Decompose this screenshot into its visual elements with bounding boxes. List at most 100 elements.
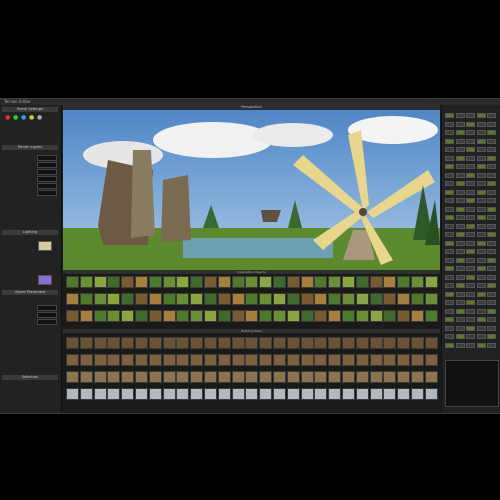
vegetation-item[interactable] [93,276,107,288]
palette-button[interactable] [466,308,475,314]
vegetation-item[interactable] [190,310,204,322]
vegetation-item[interactable] [204,310,217,322]
building-tile-item[interactable] [397,337,411,349]
palette-button[interactable] [476,206,486,212]
vegetation-item[interactable] [162,293,176,305]
building-tile-item[interactable] [121,337,135,349]
building-tile-item[interactable] [176,388,190,400]
building-tile-item[interactable] [93,337,107,349]
palette-button[interactable] [476,334,486,339]
palette-button[interactable] [466,342,475,348]
building-tile-item[interactable] [355,354,369,366]
vegetation-item[interactable] [369,310,383,322]
palette-button[interactable] [476,138,486,144]
building-tile-item[interactable] [245,337,259,349]
building-tile-item[interactable] [66,371,79,383]
vegetation-item[interactable] [93,310,107,322]
building-tile-item[interactable] [314,354,328,366]
section-header-brush[interactable]: Brush Settings [2,107,58,112]
vegetation-item[interactable] [93,293,107,305]
palette-button[interactable] [445,147,454,152]
palette-button[interactable] [487,189,496,195]
building-tile-item[interactable] [424,388,438,400]
building-tile-item[interactable] [328,337,342,349]
vegetation-item[interactable] [245,293,259,305]
palette-button[interactable] [487,232,496,237]
vegetation-item[interactable] [411,293,424,305]
palette-button[interactable] [455,130,465,135]
building-tile-item[interactable] [328,371,342,383]
vegetation-item[interactable] [259,310,273,322]
palette-button[interactable] [445,198,454,203]
palette-button[interactable] [476,232,486,237]
palette-button[interactable] [476,249,486,254]
building-tile-item[interactable] [190,337,204,349]
palette-button[interactable] [445,283,454,288]
building-tile-item[interactable] [204,371,217,383]
palette-button[interactable] [445,189,454,195]
slider-field-5[interactable] [37,183,57,189]
slider-field-1[interactable] [37,155,57,161]
slider-field-3[interactable] [37,169,57,175]
building-tile-item[interactable] [148,371,162,383]
sky-color-swatch[interactable] [38,275,52,285]
palette-button[interactable] [455,215,465,220]
palette-button[interactable] [476,130,486,135]
building-tile-item[interactable] [355,388,369,400]
palette-button[interactable] [445,206,454,212]
ambient-color-swatch[interactable] [38,241,52,251]
palette-button[interactable] [476,147,486,152]
building-tile-item[interactable] [107,388,121,400]
placement-field-3[interactable] [37,319,57,325]
building-tile-item[interactable] [383,388,397,400]
building-tile-item[interactable] [369,354,383,366]
palette-button[interactable] [455,206,465,212]
building-tile-item[interactable] [273,354,286,366]
palette-button[interactable] [466,113,475,118]
vegetation-item[interactable] [286,293,300,305]
palette-button[interactable] [466,172,475,178]
building-tile-item[interactable] [79,371,93,383]
building-tile-item[interactable] [328,354,342,366]
vegetation-item[interactable] [176,310,190,322]
building-tile-item[interactable] [148,337,162,349]
building-tile-item[interactable] [424,337,438,349]
building-tile-item[interactable] [397,371,411,383]
vegetation-item[interactable] [107,293,121,305]
palette-button[interactable] [445,215,454,220]
smooth-tool-icon[interactable]: ● [21,115,27,121]
building-tile-item[interactable] [286,337,300,349]
vegetation-item[interactable] [148,310,162,322]
vegetation-item[interactable] [411,276,424,288]
palette-button[interactable] [466,300,475,305]
vegetation-item[interactable] [424,293,438,305]
palette-button[interactable] [487,113,496,118]
building-tile-item[interactable] [259,337,273,349]
building-tile-item[interactable] [369,371,383,383]
building-tile-item[interactable] [176,354,190,366]
palette-button[interactable] [455,317,465,322]
palette-button[interactable] [445,300,454,305]
vegetation-item[interactable] [107,310,121,322]
palette-button[interactable] [466,317,475,322]
vegetation-item[interactable] [383,293,397,305]
vegetation-item[interactable] [231,276,245,288]
palette-button[interactable] [487,325,496,331]
building-tile-item[interactable] [93,388,107,400]
building-tile-item[interactable] [300,354,314,366]
palette-button[interactable] [476,189,486,195]
vegetation-item[interactable] [121,293,135,305]
building-tile-item[interactable] [273,388,286,400]
vegetation-item[interactable] [245,310,259,322]
building-tile-item[interactable] [190,371,204,383]
palette-button[interactable] [455,300,465,305]
building-tile-item[interactable] [190,388,204,400]
vegetation-item[interactable] [148,276,162,288]
building-tile-item[interactable] [411,337,424,349]
building-tile-item[interactable] [245,354,259,366]
slider-field-4[interactable] [37,176,57,182]
palette-button[interactable] [476,172,486,178]
section-header-layers[interactable]: Terrain Layers [2,145,58,150]
palette-button[interactable] [487,121,496,127]
palette-button[interactable] [476,155,486,161]
